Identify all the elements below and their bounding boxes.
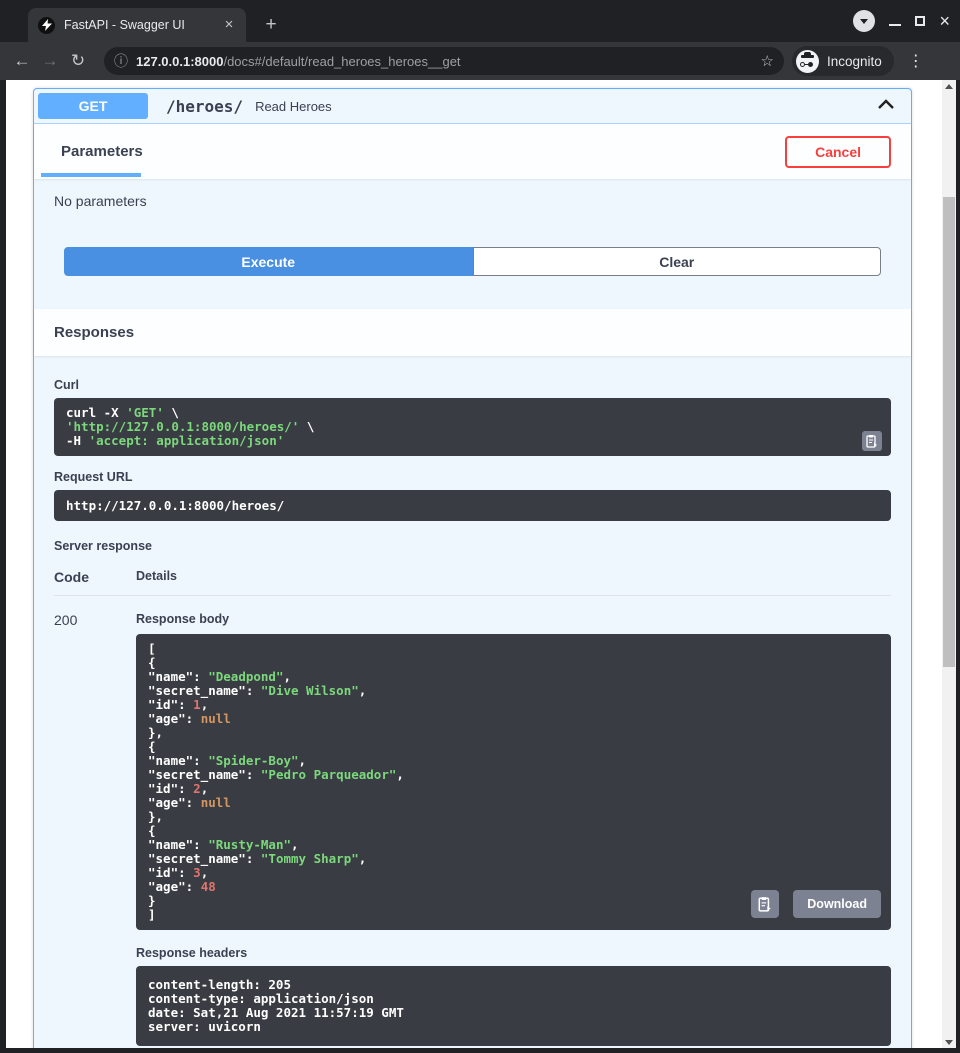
response-body-label: Response body	[136, 612, 891, 626]
parameters-body: No parameters Execute Clear	[34, 179, 911, 309]
browser-window: FastAPI - Swagger UI × + × ← → ↻ ⓘ 127.0…	[0, 0, 960, 1053]
request-url-block: http://127.0.0.1:8000/heroes/	[54, 490, 891, 521]
maximize-icon[interactable]	[915, 16, 925, 26]
responses-section-header: Responses	[34, 309, 911, 356]
scrollbar-thumb[interactable]	[943, 197, 955, 667]
response-headers-label: Response headers	[136, 946, 891, 960]
collapse-chevron-icon[interactable]	[877, 97, 895, 115]
scrollbar-up-icon[interactable]	[942, 80, 956, 92]
url-path: /docs#/default/read_heroes_heroes__get	[223, 54, 460, 69]
page-scrollbar[interactable]	[942, 80, 956, 1048]
opblock-summary[interactable]: GET /heroes/ Read Heroes	[34, 89, 911, 124]
browser-menu-icon[interactable]: ⋮	[904, 51, 928, 71]
scrollbar-down-icon[interactable]	[942, 1036, 956, 1048]
parameters-tab-label: Parameters	[54, 143, 150, 160]
response-table-header: Code Details	[54, 569, 891, 596]
new-tab-icon[interactable]: +	[258, 12, 284, 38]
server-response-table: Code Details 200 Response body [ { "name…	[54, 569, 891, 1046]
cancel-button[interactable]: Cancel	[785, 136, 891, 168]
active-tab-indicator	[41, 173, 141, 177]
tab-search-icon[interactable]	[853, 10, 875, 32]
browser-tab[interactable]: FastAPI - Swagger UI ×	[28, 8, 246, 42]
code-column-header: Code	[54, 569, 136, 585]
bookmark-star-icon[interactable]: ☆	[761, 52, 774, 70]
url-host: 127.0.0.1:8000	[136, 54, 223, 69]
incognito-badge: Incognito	[792, 46, 894, 76]
endpoint-path: /heroes/	[166, 97, 243, 116]
response-headers-block: content-length: 205content-type: applica…	[136, 966, 891, 1046]
tab-parameters[interactable]: Parameters	[54, 124, 150, 179]
curl-label: Curl	[54, 378, 891, 392]
page-viewport: GET /heroes/ Read Heroes Parameters Canc…	[6, 80, 956, 1048]
request-url-label: Request URL	[54, 470, 891, 484]
no-parameters-text: No parameters	[54, 193, 891, 209]
details-column-header: Details	[136, 569, 177, 585]
url-text: 127.0.0.1:8000/docs#/default/read_heroes…	[136, 54, 755, 69]
server-response-label: Server response	[54, 539, 891, 553]
responses-body: Curl curl -X 'GET' \ 'http://127.0.0.1:8…	[34, 356, 911, 1048]
responses-title: Responses	[54, 324, 134, 341]
back-icon[interactable]: ←	[8, 51, 36, 71]
reload-icon[interactable]: ↻	[64, 51, 92, 71]
browser-titlebar: FastAPI - Swagger UI × + ×	[0, 0, 960, 42]
response-row-200: 200 Response body [ { "name": "Deadpond"…	[54, 596, 891, 1046]
response-body-block: [ { "name": "Deadpond", "secret_name": "…	[136, 634, 891, 930]
copy-curl-icon[interactable]	[862, 431, 882, 451]
forward-icon[interactable]: →	[36, 51, 64, 71]
tab-title: FastAPI - Swagger UI	[64, 18, 220, 32]
http-method-badge: GET	[38, 93, 148, 119]
url-bar[interactable]: ⓘ 127.0.0.1:8000/docs#/default/read_hero…	[104, 47, 784, 75]
incognito-label: Incognito	[827, 54, 882, 69]
curl-command-block: curl -X 'GET' \ 'http://127.0.0.1:8000/h…	[54, 398, 891, 456]
execute-button[interactable]: Execute	[64, 247, 473, 276]
incognito-icon	[796, 50, 819, 73]
copy-response-icon[interactable]	[751, 890, 779, 918]
opblock-get-heroes: GET /heroes/ Read Heroes Parameters Canc…	[33, 88, 912, 1048]
tab-close-icon[interactable]: ×	[220, 16, 238, 34]
download-button[interactable]: Download	[793, 890, 881, 918]
window-close-icon[interactable]: ×	[939, 14, 950, 28]
site-info-icon[interactable]: ⓘ	[114, 51, 128, 71]
browser-toolbar: ← → ↻ ⓘ 127.0.0.1:8000/docs#/default/rea…	[0, 42, 960, 80]
clear-button[interactable]: Clear	[473, 247, 882, 276]
minimize-icon[interactable]	[889, 24, 901, 26]
status-code: 200	[54, 612, 136, 1046]
parameters-section-header: Parameters Cancel	[34, 124, 911, 179]
fastapi-favicon-icon	[38, 17, 55, 34]
endpoint-summary: Read Heroes	[255, 99, 877, 114]
execute-wrapper: Execute Clear	[54, 209, 891, 309]
